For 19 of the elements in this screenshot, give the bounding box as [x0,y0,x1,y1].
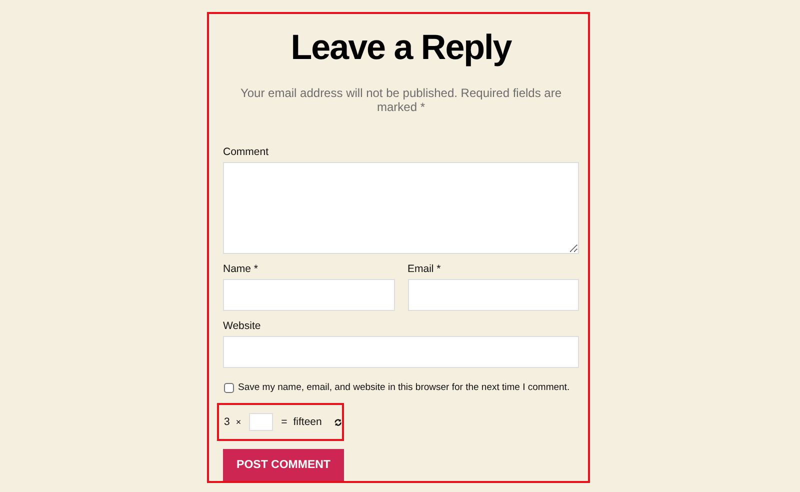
captcha-operand: 3 [224,416,230,428]
form-title: Leave a Reply [290,28,513,68]
post-comment-button[interactable]: POST COMMENT [223,449,344,481]
notice-text: Your email address will not be published. Required fields are marked * [239,86,563,114]
field-label: Email * [408,263,442,276]
checkbox[interactable] [224,382,234,392]
captcha-input[interactable] [249,413,274,432]
captcha-result: fifteen [293,416,322,428]
captcha-equals: = [281,416,288,428]
input-field[interactable] [408,279,579,311]
field-label: Comment [223,146,270,159]
refresh-icon[interactable] [334,416,342,428]
input-field[interactable] [223,279,394,311]
consent-label: Save my name, email, and website in this browser for the next time I comment. [238,382,570,393]
field-label: Name * [223,263,260,276]
captcha-operator: × [236,417,242,428]
field-label: Website [223,320,262,333]
comment-field[interactable] [223,162,579,254]
input-field[interactable] [223,336,579,368]
